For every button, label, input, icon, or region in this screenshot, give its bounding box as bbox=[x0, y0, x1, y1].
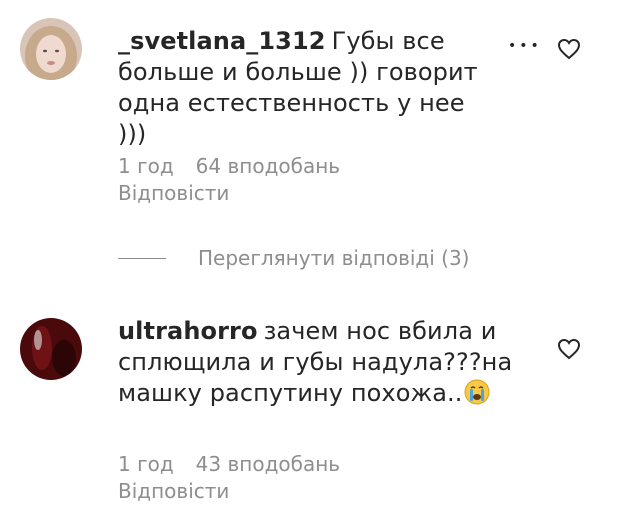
comment-text: ultrahorro зачем нос вбила и сплющила и г… bbox=[118, 316, 538, 409]
comment-time[interactable]: 1 год bbox=[118, 154, 174, 178]
avatar-image bbox=[20, 18, 82, 80]
comment-likes[interactable]: 64 вподобань bbox=[196, 154, 340, 178]
user-avatar[interactable] bbox=[20, 318, 82, 380]
comment-text: _svetlana_1312 Губы все больше и больше )… bbox=[118, 26, 498, 150]
divider-line bbox=[118, 257, 166, 259]
heart-outline-icon[interactable] bbox=[557, 338, 581, 360]
view-replies-button[interactable]: Переглянути відповіді (3) bbox=[118, 246, 469, 270]
view-replies-label: Переглянути відповіді (3) bbox=[198, 246, 470, 270]
reply-button[interactable]: Відповісти bbox=[118, 180, 229, 206]
comment-meta: 1 год 64 вподобань bbox=[118, 153, 362, 179]
crying-face-emoji bbox=[464, 379, 490, 405]
comment-likes[interactable]: 43 вподобань bbox=[196, 452, 340, 476]
comment-meta: 1 год 43 вподобань bbox=[118, 451, 362, 477]
heart-outline-icon[interactable] bbox=[557, 38, 581, 60]
comment-time[interactable]: 1 год bbox=[118, 452, 174, 476]
comment-username[interactable]: ultrahorro bbox=[118, 317, 258, 345]
avatar-image bbox=[20, 318, 82, 380]
comment-username[interactable]: _svetlana_1312 bbox=[118, 27, 326, 55]
more-dots-icon[interactable]: ••• bbox=[508, 38, 542, 54]
user-avatar[interactable] bbox=[20, 18, 82, 80]
reply-button[interactable]: Відповісти bbox=[118, 478, 229, 504]
